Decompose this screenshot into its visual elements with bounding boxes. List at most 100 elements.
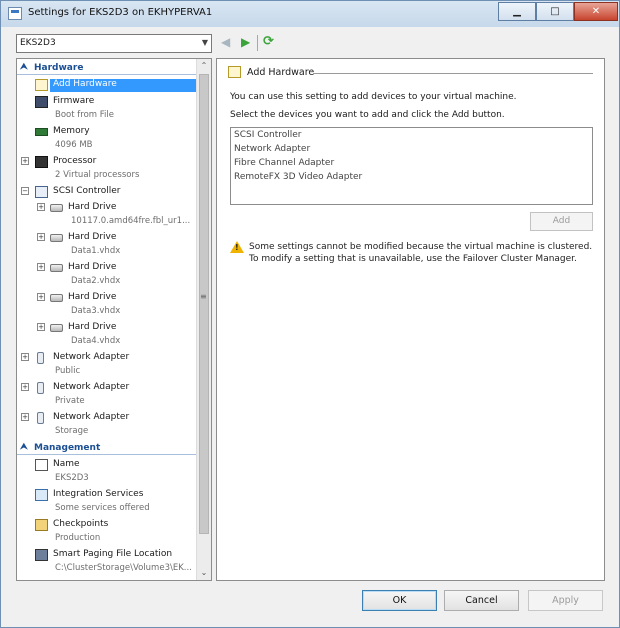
expand-icon[interactable]: +	[21, 157, 29, 165]
checkpoints-icon	[35, 519, 48, 531]
tree-item-label: Smart Paging File Location	[53, 549, 173, 559]
collapse-icon[interactable]: −	[21, 187, 29, 195]
scroll-grip-icon: ≡	[200, 292, 207, 301]
tree-item-detail: Public	[55, 366, 81, 376]
close-button[interactable]: ✕	[574, 2, 618, 21]
tree-item-hard-drive-3[interactable]: + Hard Drive Data2.vhdx	[17, 261, 197, 289]
tree-item-label: Checkpoints	[53, 519, 109, 529]
refresh-icon[interactable]: ⟳	[263, 34, 274, 49]
management-section-header[interactable]: ⮝ Management	[17, 441, 197, 455]
tree-item-detail: Some services offered	[55, 503, 150, 513]
details-panel: Add Hardware You can use this setting to…	[216, 58, 605, 581]
title-bar[interactable]: Settings for EKS2D3 on EKHYPERVA1 ▁ □ ✕	[1, 1, 619, 27]
tree-item-network-adapter-public[interactable]: + Network Adapter Public	[17, 351, 197, 379]
expand-icon[interactable]: +	[21, 383, 29, 391]
tree-item-detail: 4096 MB	[55, 140, 93, 150]
hard-drive-icon	[50, 204, 63, 212]
processor-icon	[35, 156, 48, 168]
tree-item-processor[interactable]: + Processor 2 Virtual processors	[17, 155, 197, 183]
add-hardware-icon	[35, 79, 48, 91]
tree-item-label: Hard Drive	[68, 202, 117, 212]
add-button[interactable]: Add	[530, 212, 593, 231]
hardware-section-header[interactable]: ⮝ Hardware	[17, 61, 197, 75]
network-adapter-icon	[37, 382, 44, 394]
tree-item-detail: Storage	[55, 426, 89, 436]
device-option[interactable]: Fibre Channel Adapter	[234, 158, 334, 168]
tree-item-hard-drive-2[interactable]: + Hard Drive Data1.vhdx	[17, 231, 197, 259]
tree-item-detail: Data3.vhdx	[71, 306, 121, 316]
tree-item-detail: 2 Virtual processors	[55, 170, 140, 180]
tree-item-detail: Data2.vhdx	[71, 276, 121, 286]
panel-title-rule	[313, 73, 593, 74]
back-arrow-icon[interactable]: ◀	[221, 35, 230, 49]
scroll-down-icon[interactable]: ⌄	[197, 566, 211, 580]
hard-drive-icon	[50, 294, 63, 302]
tree-item-network-adapter-private[interactable]: + Network Adapter Private	[17, 381, 197, 409]
scroll-up-icon[interactable]: ⌃	[197, 59, 211, 73]
toolbar-separator	[257, 35, 258, 51]
tree-item-smart-paging[interactable]: Smart Paging File Location C:\ClusterSto…	[17, 548, 197, 576]
hardware-section-label: Hardware	[34, 63, 84, 73]
expand-icon[interactable]: +	[37, 323, 45, 331]
tree-item-integration-services[interactable]: Integration Services Some services offer…	[17, 488, 197, 516]
tree-item-label: Network Adapter	[53, 352, 130, 362]
tree-item-network-adapter-storage[interactable]: + Network Adapter Storage	[17, 411, 197, 439]
settings-tree-content: ⮝ Hardware Add Hardware Firmware Boot fr…	[17, 59, 211, 580]
vm-select-value: EKS2D3	[20, 38, 56, 48]
tree-item-checkpoints[interactable]: Checkpoints Production	[17, 518, 197, 546]
close-icon: ✕	[591, 6, 601, 17]
cluster-warning-text: Some settings cannot be modified because…	[249, 242, 593, 264]
smart-paging-icon	[35, 549, 48, 561]
apply-button[interactable]: Apply	[528, 590, 603, 611]
tree-item-name[interactable]: Name EKS2D3	[17, 458, 197, 486]
integration-services-icon	[35, 489, 48, 501]
expand-icon[interactable]: +	[37, 263, 45, 271]
tree-item-label: Network Adapter	[53, 412, 130, 422]
expand-icon[interactable]: +	[37, 233, 45, 241]
maximize-button[interactable]: □	[536, 2, 574, 21]
expand-icon[interactable]: +	[21, 353, 29, 361]
expand-icon[interactable]: +	[37, 293, 45, 301]
maximize-icon: □	[550, 6, 560, 17]
memory-icon	[35, 128, 48, 136]
warning-icon: !	[230, 241, 244, 253]
add-hardware-icon	[228, 66, 241, 78]
tree-item-memory[interactable]: Memory 4096 MB	[17, 125, 197, 153]
tree-item-detail: Private	[55, 396, 85, 406]
forward-arrow-icon[interactable]: ▶	[241, 35, 250, 49]
collapse-chevron-icon: ⮝	[20, 62, 28, 72]
tree-scrollbar[interactable]: ⌃ ≡ ⌄	[196, 59, 211, 580]
scsi-controller-icon	[35, 186, 48, 198]
scrollbar-thumb[interactable]	[199, 74, 209, 534]
device-listbox[interactable]: SCSI Controller Network Adapter Fibre Ch…	[230, 127, 593, 205]
hard-drive-icon	[50, 324, 63, 332]
settings-window: Settings for EKS2D3 on EKHYPERVA1 ▁ □ ✕ …	[0, 0, 620, 628]
instruction-text: Select the devices you want to add and c…	[230, 110, 505, 120]
tree-item-label: Hard Drive	[68, 322, 117, 332]
tree-item-detail: C:\ClusterStorage\Volume3\EK...	[55, 563, 192, 573]
firmware-icon	[35, 96, 48, 108]
tree-item-hard-drive-1[interactable]: + Hard Drive 10117.0.amd64fre.fbl_ur1...	[17, 201, 197, 229]
cancel-button[interactable]: Cancel	[444, 590, 519, 611]
device-option[interactable]: Network Adapter	[234, 144, 310, 154]
tree-item-label: Name	[53, 459, 80, 469]
minimize-button[interactable]: ▁	[498, 2, 536, 21]
device-option[interactable]: SCSI Controller	[234, 130, 302, 140]
tree-item-hard-drive-5[interactable]: + Hard Drive Data4.vhdx	[17, 321, 197, 349]
settings-tree[interactable]: ⮝ Hardware Add Hardware Firmware Boot fr…	[16, 58, 212, 581]
vm-select-dropdown[interactable]: EKS2D3 ▼	[16, 34, 212, 53]
intro-text: You can use this setting to add devices …	[230, 92, 517, 102]
network-adapter-icon	[37, 352, 44, 364]
tree-item-firmware[interactable]: Firmware Boot from File	[17, 95, 197, 123]
expand-icon[interactable]: +	[37, 203, 45, 211]
ok-button[interactable]: OK	[362, 590, 437, 611]
tree-item-label: SCSI Controller	[53, 186, 121, 196]
tree-item-hard-drive-4[interactable]: + Hard Drive Data3.vhdx	[17, 291, 197, 319]
hard-drive-icon	[50, 234, 63, 242]
tree-item-label: Hard Drive	[68, 232, 117, 242]
tree-item-label: Firmware	[53, 96, 95, 106]
chevron-down-icon: ▼	[201, 38, 208, 47]
device-option[interactable]: RemoteFX 3D Video Adapter	[234, 172, 362, 182]
tree-item-label: Network Adapter	[53, 382, 130, 392]
expand-icon[interactable]: +	[21, 413, 29, 421]
